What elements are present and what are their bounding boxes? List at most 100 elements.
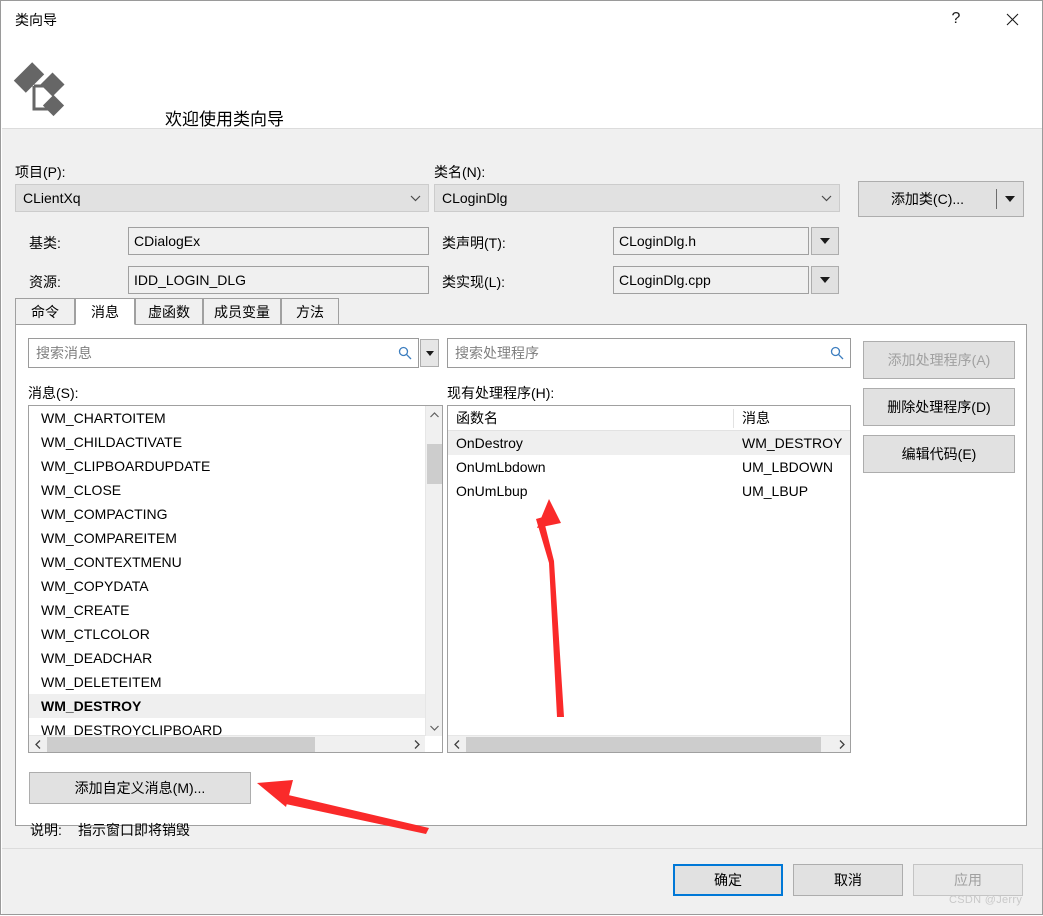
tab-commands[interactable]: 命令 [15, 298, 75, 325]
cell-function-name: OnDestroy [456, 435, 523, 451]
class-name-combo[interactable]: CLoginDlg [434, 184, 840, 212]
search-messages-input[interactable]: 搜索消息 [28, 338, 419, 368]
search-messages-placeholder: 搜索消息 [36, 345, 92, 361]
resource-label: 资源: [29, 274, 61, 290]
help-button[interactable]: ? [933, 1, 979, 37]
ok-button[interactable]: 确定 [673, 864, 783, 896]
list-item[interactable]: WM_CTLCOLOR [29, 622, 425, 646]
messages-vertical-scrollbar[interactable] [425, 406, 442, 736]
scrollbar-thumb[interactable] [47, 737, 315, 752]
list-item[interactable]: WM_COMPACTING [29, 502, 425, 526]
chevron-left-icon [453, 740, 459, 749]
cell-message: UM_LBDOWN [742, 459, 834, 475]
chevron-right-icon [414, 740, 420, 749]
chevron-down-icon [813, 195, 839, 202]
chevron-left-icon [34, 740, 40, 749]
edit-code-button[interactable]: 编辑代码(E) [863, 435, 1015, 473]
messages-horizontal-scrollbar[interactable] [29, 735, 425, 752]
handlers-horizontal-scrollbar[interactable] [448, 735, 850, 752]
project-combo[interactable]: CLientXq [15, 184, 429, 212]
search-icon[interactable] [824, 346, 850, 360]
scroll-down-button[interactable] [426, 719, 442, 736]
scroll-left-button[interactable] [448, 736, 465, 752]
list-item[interactable]: WM_COPYDATA [29, 574, 425, 598]
scroll-right-button[interactable] [408, 736, 425, 752]
list-item[interactable]: WM_CLOSE [29, 478, 425, 502]
delete-handler-button[interactable]: 删除处理程序(D) [863, 388, 1015, 426]
class-declaration-field[interactable]: CLoginDlg.h [613, 227, 809, 255]
banner-title: 欢迎使用类向导 [165, 110, 284, 129]
project-combo-value: CLientXq [23, 190, 81, 206]
tab-member-variables[interactable]: 成员变量 [203, 298, 281, 325]
class-implementation-field[interactable]: CLoginDlg.cpp [613, 266, 809, 294]
messages-list-label: 消息(S): [28, 385, 79, 401]
add-custom-message-button[interactable]: 添加自定义消息(M)... [29, 772, 251, 804]
add-handler-button[interactable]: 添加处理程序(A) [863, 341, 1015, 379]
base-class-value: CDialogEx [134, 233, 201, 249]
scrollbar-thumb[interactable] [427, 444, 442, 484]
cell-message: UM_LBUP [742, 483, 809, 499]
search-messages-dropdown-button[interactable] [420, 339, 439, 367]
window-title: 类向导 [15, 12, 57, 28]
table-row[interactable]: OnDestroy WM_DESTROY [448, 431, 850, 455]
resource-field[interactable]: IDD_LOGIN_DLG [128, 266, 429, 294]
scroll-right-button[interactable] [833, 736, 850, 752]
apply-button[interactable]: 应用 [913, 864, 1023, 896]
column-header-function-name[interactable]: 函数名 [448, 406, 734, 431]
list-item[interactable]: WM_CHARTOITEM [29, 406, 425, 430]
tab-methods[interactable]: 方法 [281, 298, 339, 325]
scroll-up-button[interactable] [426, 406, 442, 423]
chevron-right-icon [839, 740, 845, 749]
scroll-left-button[interactable] [29, 736, 46, 752]
add-class-button[interactable]: 添加类(C)... [858, 181, 1024, 217]
list-item[interactable]: WM_CHILDACTIVATE [29, 430, 425, 454]
tab-messages[interactable]: 消息 [75, 298, 135, 325]
banner: 欢迎使用类向导 [2, 43, 1042, 129]
class-implementation-label: 类实现(L): [442, 274, 505, 290]
handlers-list-label: 现有处理程序(H): [447, 385, 555, 401]
class-implementation-dropdown-button[interactable] [811, 266, 839, 294]
class-wizard-icon [13, 62, 65, 117]
description-label: 说明: [30, 822, 62, 838]
project-label: 项目(P): [15, 164, 66, 180]
list-item[interactable]: WM_DEADCHAR [29, 646, 425, 670]
close-icon [1006, 13, 1018, 25]
tab-virtual-functions[interactable]: 虚函数 [135, 298, 203, 325]
close-button[interactable] [989, 1, 1035, 37]
list-item[interactable]: WM_CLIPBOARDUPDATE [29, 454, 425, 478]
class-declaration-dropdown-button[interactable] [811, 227, 839, 255]
search-handlers-input[interactable]: 搜索处理程序 [447, 338, 851, 368]
list-item-selected[interactable]: WM_DESTROY [29, 694, 425, 718]
search-icon[interactable] [392, 346, 418, 360]
messages-listbox-items: WM_CHARTOITEM WM_CHILDACTIVATE WM_CLIPBO… [29, 406, 425, 736]
chevron-down-icon [402, 195, 428, 202]
column-header-message[interactable]: 消息 [734, 406, 850, 431]
base-class-field[interactable]: CDialogEx [128, 227, 429, 255]
chevron-down-icon [820, 238, 830, 244]
title-bar: 类向导 ? [1, 1, 1042, 43]
class-declaration-label: 类声明(T): [442, 235, 506, 251]
ok-button-label: 确定 [714, 872, 742, 888]
table-row[interactable]: OnUmLbup UM_LBUP [448, 479, 850, 503]
list-item[interactable]: WM_CONTEXTMENU [29, 550, 425, 574]
dialog-footer: 确定 取消 应用 [2, 848, 1042, 914]
list-item[interactable]: WM_DELETEITEM [29, 670, 425, 694]
chevron-down-icon[interactable] [997, 196, 1023, 202]
list-item[interactable]: WM_CREATE [29, 598, 425, 622]
list-item[interactable]: WM_DESTROYCLIPBOARD [29, 718, 425, 736]
tab-strip: 命令 消息 虚函数 成员变量 方法 [15, 298, 1027, 325]
handlers-listview[interactable]: 函数名 消息 OnDestroy WM_DESTROY OnUmLbdown U… [447, 405, 851, 753]
resource-value: IDD_LOGIN_DLG [134, 272, 247, 288]
chevron-up-icon [430, 411, 439, 417]
cancel-button[interactable]: 取消 [793, 864, 903, 896]
cell-message: WM_DESTROY [742, 435, 843, 451]
list-item[interactable]: WM_COMPAREITEM [29, 526, 425, 550]
table-row[interactable]: OnUmLbdown UM_LBDOWN [448, 455, 850, 479]
handlers-column-header: 函数名 消息 [448, 406, 850, 431]
class-name-combo-value: CLoginDlg [442, 190, 508, 206]
messages-tab-page: 搜索消息 搜索处理程序 消息(S): 现有处理程序(H): WM_CHARTOI… [15, 324, 1027, 838]
messages-listbox[interactable]: WM_CHARTOITEM WM_CHILDACTIVATE WM_CLIPBO… [28, 405, 443, 753]
delete-handler-button-label: 删除处理程序(D) [887, 399, 991, 415]
watermark: CSDN @Jerry [949, 894, 1023, 906]
scrollbar-thumb[interactable] [466, 737, 821, 752]
